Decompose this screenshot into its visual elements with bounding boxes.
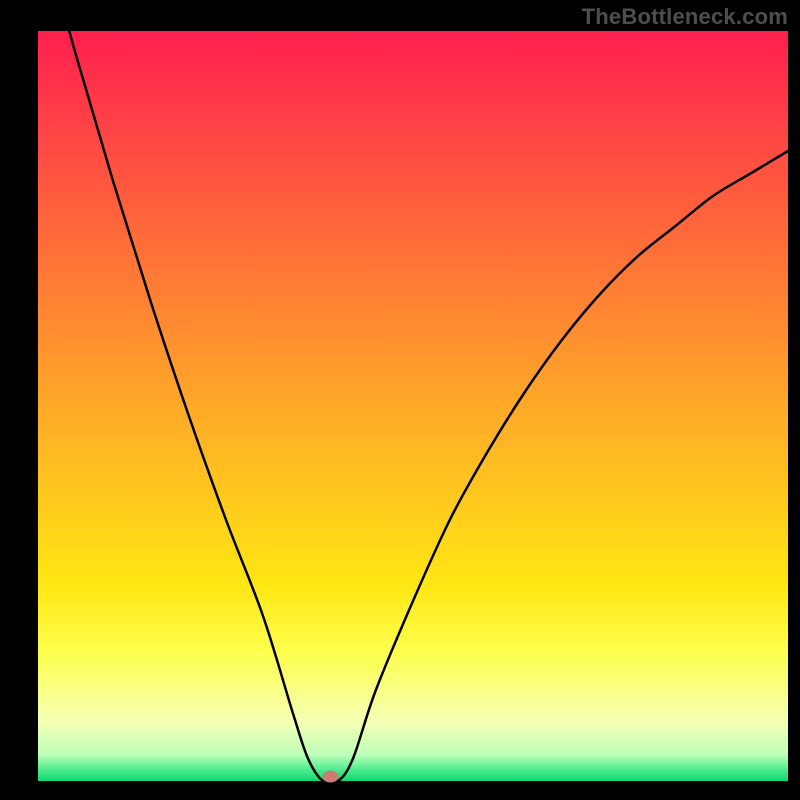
bottleneck-chart — [0, 0, 800, 800]
chart-frame: TheBottleneck.com — [0, 0, 800, 800]
plot-background — [38, 31, 788, 781]
optimum-marker — [323, 771, 339, 783]
